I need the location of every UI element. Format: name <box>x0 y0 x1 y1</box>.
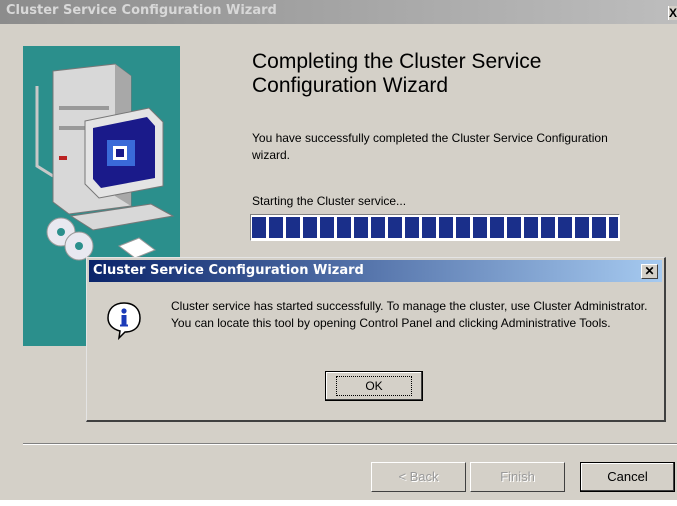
ok-button[interactable]: OK <box>325 371 423 401</box>
wizard-window: Cluster Service Configuration Wizard X C… <box>0 0 677 500</box>
progress-status-text: Starting the Cluster service... <box>252 194 407 208</box>
wizard-heading: Completing the Cluster Service Configura… <box>252 50 542 97</box>
wizard-close-button[interactable]: X <box>668 6 677 20</box>
wizard-title-bar[interactable]: Cluster Service Configuration Wizard X <box>0 0 677 24</box>
finish-button[interactable]: Finish <box>470 462 565 492</box>
info-icon <box>105 300 143 341</box>
wizard-message: You have successfully completed the Clus… <box>252 131 608 162</box>
progress-bar-fill <box>252 217 618 238</box>
dialog-title: Cluster Service Configuration Wizard <box>93 263 364 278</box>
dialog-close-button[interactable]: ✕ <box>641 264 658 279</box>
message-dialog: Cluster Service Configuration Wizard ✕ C… <box>86 257 666 422</box>
wizard-title: Cluster Service Configuration Wizard <box>6 3 277 18</box>
cancel-button[interactable]: Cancel <box>580 462 675 492</box>
dialog-title-bar[interactable]: Cluster Service Configuration Wizard ✕ <box>89 260 662 282</box>
dialog-message: Cluster service has started successfully… <box>171 299 648 330</box>
ok-button-label: OK <box>336 376 412 396</box>
button-separator <box>23 443 677 445</box>
back-button[interactable]: < Back <box>371 462 466 492</box>
progress-bar <box>250 214 620 241</box>
